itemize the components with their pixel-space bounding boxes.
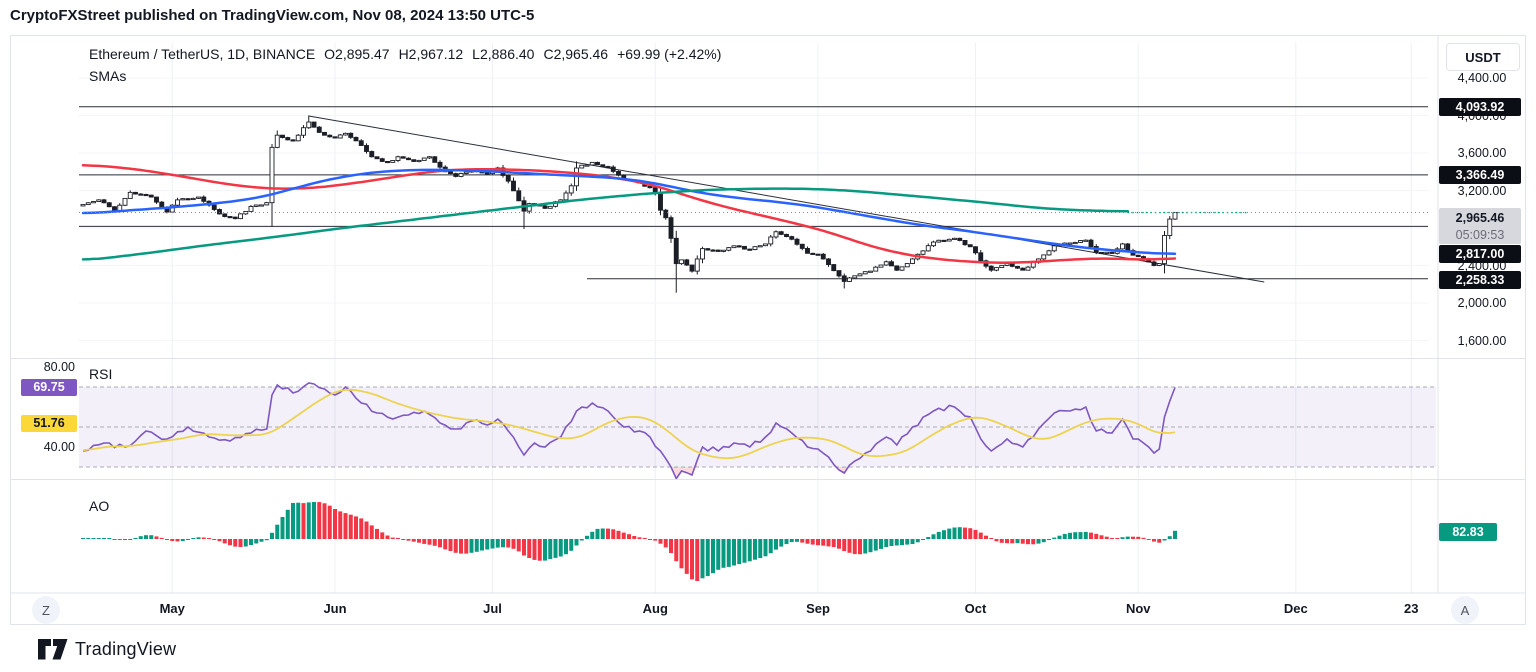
- chart-legend[interactable]: Ethereum / TetherUS, 1D, BINANCE O2,895.4…: [89, 46, 730, 62]
- tradingview-logo[interactable]: TradingView: [38, 639, 176, 660]
- price-level-badge: 2,817.00: [1439, 245, 1521, 263]
- time-axis-label: Oct: [965, 601, 987, 616]
- time-axis-label: Jul: [483, 601, 502, 616]
- ao-pane: [81, 502, 1177, 581]
- candles: [81, 116, 1177, 293]
- main-pane: [79, 107, 1428, 293]
- price-tick-label: 3,200.00: [1440, 183, 1524, 199]
- time-axis-label: Jun: [323, 601, 346, 616]
- ao-pane-title[interactable]: AO: [89, 498, 109, 514]
- pane-separators: [11, 36, 1525, 593]
- rsi-scale-label: 80.00: [11, 359, 75, 375]
- currency-toggle-button[interactable]: USDT: [1446, 43, 1520, 71]
- tradingview-logo-text: TradingView: [75, 639, 176, 660]
- ohlc-high: H2,967.12: [399, 46, 464, 62]
- timezone-button[interactable]: Z: [32, 596, 60, 624]
- indicator-legend-smas[interactable]: SMAs: [89, 68, 126, 84]
- price-level-badge: 2,258.33: [1439, 271, 1521, 289]
- time-axis-label: Aug: [643, 601, 668, 616]
- bar-countdown: 05:09:53: [1439, 227, 1521, 244]
- rsi-pane: [79, 383, 1436, 479]
- ohlc-low: L2,886.40: [472, 46, 534, 62]
- chart-plot-area[interactable]: [11, 36, 1525, 624]
- symbol-title[interactable]: Ethereum / TetherUS, 1D, BINANCE: [89, 46, 315, 62]
- rsi-scale-label: 40.00: [11, 439, 75, 455]
- tradingview-logo-icon: [38, 639, 68, 660]
- rsi-ma-value-badge: 51.76: [21, 415, 77, 432]
- time-axis-label: Sep: [806, 601, 830, 616]
- time-axis-label: Nov: [1126, 601, 1151, 616]
- ohlc-change: +69.99 (+2.42%): [617, 46, 721, 62]
- ohlc-close: C2,965.46: [543, 46, 608, 62]
- current-price-badge: 2,965.46 05:09:53: [1439, 208, 1521, 244]
- current-price-value: 2,965.46: [1439, 210, 1521, 227]
- time-axis-label: May: [160, 601, 185, 616]
- time-axis-label: Dec: [1284, 601, 1308, 616]
- price-level-badge: 3,366.49: [1439, 166, 1521, 184]
- price-tick-label: 3,600.00: [1440, 145, 1524, 161]
- gridlines: [79, 43, 1428, 593]
- price-tick-label: 4,400.00: [1440, 70, 1524, 86]
- rsi-value-badge: 69.75: [21, 379, 77, 396]
- auto-scale-button[interactable]: A: [1451, 596, 1479, 624]
- price-level-badge: 4,093.92: [1439, 98, 1521, 116]
- price-tick-label: 1,600.00: [1440, 333, 1524, 349]
- chart-widget: Ethereum / TetherUS, 1D, BINANCE O2,895.4…: [10, 35, 1526, 625]
- ohlc-open: O2,895.47: [324, 46, 389, 62]
- time-axis-label: 23: [1404, 601, 1418, 616]
- price-tick-label: 2,000.00: [1440, 295, 1524, 311]
- attribution-text: CryptoFXStreet published on TradingView.…: [10, 7, 534, 24]
- ao-value-badge: 82.83: [1439, 523, 1497, 541]
- rsi-pane-title[interactable]: RSI: [89, 366, 112, 382]
